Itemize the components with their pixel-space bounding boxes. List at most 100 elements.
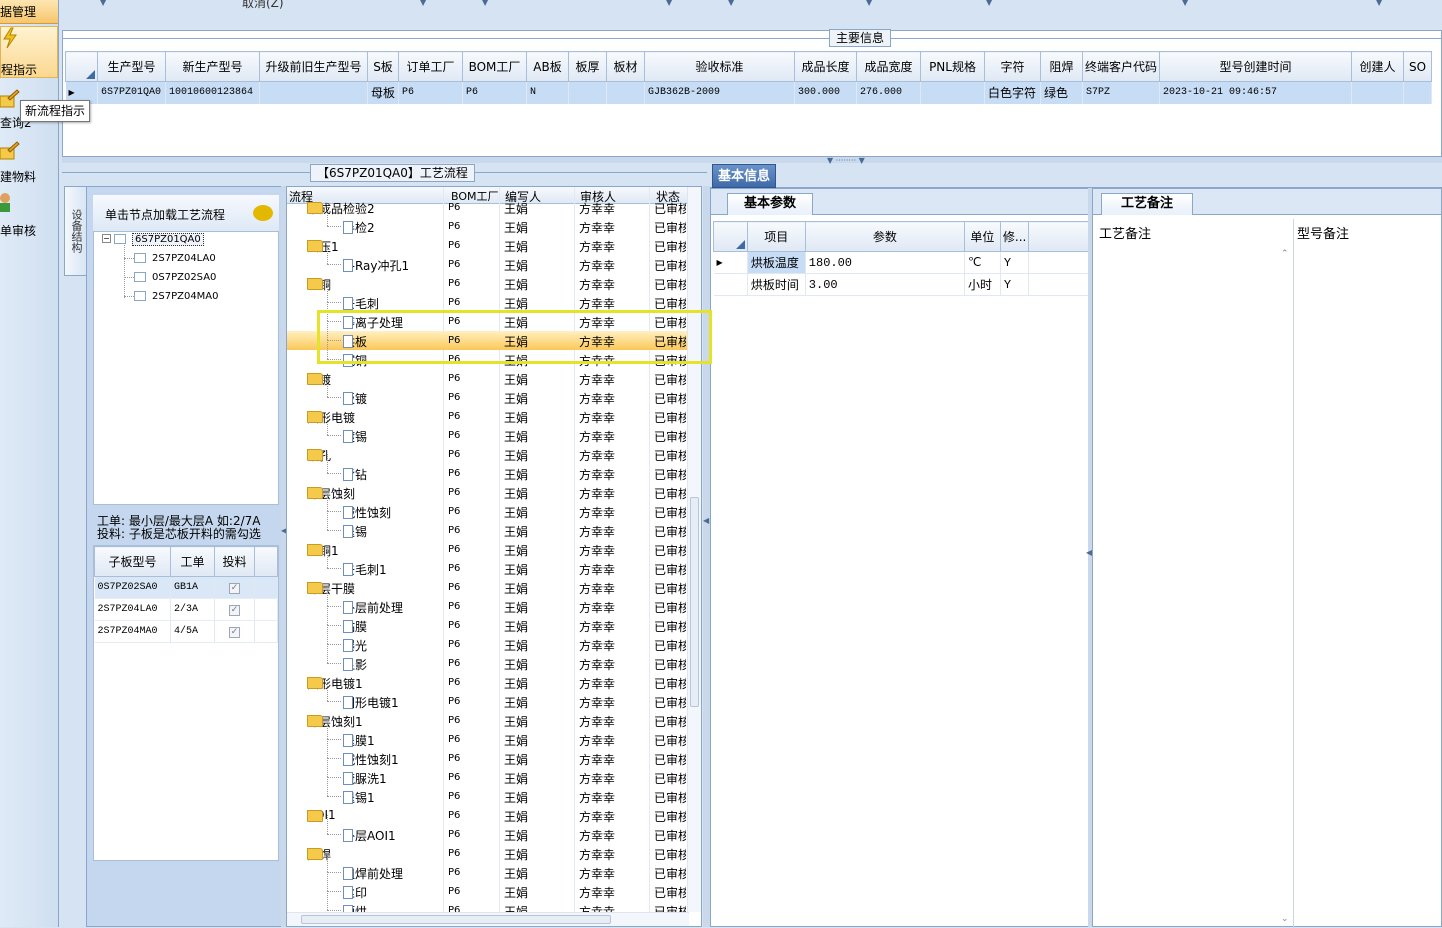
row-header-corner[interactable]: [713, 221, 748, 252]
vertical-scrollbar[interactable]: ⌃ ⌄: [1279, 249, 1291, 924]
dropdown-arrow-icon[interactable]: ▼: [420, 0, 426, 7]
tree-node[interactable]: 0S7PZ02SA0: [134, 272, 216, 283]
vertical-splitter[interactable]: ◀: [703, 186, 710, 927]
column-header[interactable]: AB板: [526, 51, 570, 82]
column-header[interactable]: 订单工厂: [398, 51, 464, 82]
column-header[interactable]: 型号创建时间: [1159, 51, 1353, 82]
table-cell[interactable]: P6: [398, 81, 464, 104]
column-header[interactable]: 终端客户代码: [1082, 51, 1161, 82]
process-row[interactable]: 阻焊前处理 P6 王娟 方幸幸 已审核: [287, 853, 687, 882]
process-row[interactable]: 板镀 P6 王娟 方幸幸 已审核: [287, 378, 687, 407]
process-row[interactable]: 曝光 P6 王娟 方幸幸 已审核: [287, 625, 687, 654]
tab-process-notes[interactable]: 工艺备注: [1101, 193, 1193, 215]
column-header[interactable]: 字符: [984, 51, 1042, 82]
scroll-up-icon[interactable]: ⌃: [1281, 249, 1289, 259]
table-cell[interactable]: P6: [462, 81, 528, 104]
scroll-down-icon[interactable]: ⌄: [1281, 914, 1289, 924]
column-header[interactable]: 参数: [804, 221, 965, 252]
nav-item-process-instruction[interactable]: 程指示: [0, 26, 58, 78]
process-row[interactable]: 外层AOI1 P6 王娟 方幸幸 已审核: [287, 815, 687, 844]
nav-header[interactable]: 据管理: [0, 0, 58, 24]
column-header[interactable]: 生产型号: [97, 51, 166, 82]
process-row[interactable]: −电镀P6王娟方幸幸已审核: [287, 369, 687, 388]
scrollbar-thumb[interactable]: [690, 497, 699, 707]
row-header-corner[interactable]: [65, 51, 98, 82]
table-cell[interactable]: 6S7PZ01QA0: [97, 81, 166, 104]
tree-node-root[interactable]: 6S7PZ01QA0: [114, 233, 204, 246]
process-row[interactable]: −层压1 P6 王娟 方幸幸 已审核: [287, 236, 687, 255]
dropdown-arrow-icon[interactable]: ▼: [728, 0, 734, 7]
table-cell[interactable]: S7PZ: [1082, 81, 1161, 104]
column-header[interactable]: 子板型号: [94, 546, 171, 577]
table-cell[interactable]: [568, 81, 608, 104]
nav-item-review[interactable]: 单审核: [0, 190, 58, 240]
table-cell[interactable]: N: [526, 81, 570, 104]
process-row[interactable]: −阻焊P6王娟方幸幸已审核: [287, 844, 687, 863]
process-row[interactable]: 碱性蚀刻1 P6 王娟 方幸幸 已审核: [287, 739, 687, 768]
table-row[interactable]: 2S7PZ04LA0 2/3A ✓: [94, 598, 278, 621]
table-cell[interactable]: 276.000: [856, 81, 922, 104]
column-header[interactable]: 单位: [963, 221, 1001, 252]
horizontal-splitter[interactable]: ▼ ········ ▼: [62, 156, 1442, 165]
vertical-scrollbar[interactable]: [687, 187, 701, 912]
process-row[interactable]: 图形电镀1 P6 王娟 方幸幸 已审核: [287, 682, 687, 711]
process-row[interactable]: −沉铜P6王娟方幸幸已审核: [287, 274, 687, 293]
process-note-input[interactable]: [1097, 245, 1277, 921]
process-row[interactable]: X-Ray冲孔1 P6 王娟 方幸幸 已审核: [287, 245, 687, 274]
process-row[interactable]: 镀锡 P6 王娟 方幸幸 已审核: [287, 416, 687, 445]
process-row[interactable]: −图形电镀 P6 王娟 方幸幸 已审核: [287, 407, 687, 426]
speech-bubble-icon[interactable]: [253, 205, 273, 221]
dropdown-arrow-icon[interactable]: ▼: [1376, 0, 1382, 7]
process-row[interactable]: 丝印 P6 王娟 方幸幸 已审核: [287, 872, 687, 901]
table-cell[interactable]: 绿色: [1040, 81, 1084, 104]
process-row[interactable]: −钻孔P6王娟方幸幸已审核: [287, 445, 687, 464]
column-header[interactable]: BOM工厂: [462, 51, 528, 82]
checkbox[interactable]: ✓: [229, 626, 240, 638]
horizontal-scrollbar[interactable]: [287, 912, 689, 926]
checkbox[interactable]: ✓: [229, 582, 240, 594]
column-header[interactable]: 验收标准: [644, 51, 796, 82]
process-row[interactable]: 半检2 P6 王娟 方幸幸 已审核: [287, 207, 687, 236]
process-row[interactable]: −外层蚀刻1 P6 王娟 方幸幸 已审核: [287, 711, 687, 730]
tree-node[interactable]: 2S7PZ04LA0: [134, 253, 216, 264]
table-cell[interactable]: 白色字符: [984, 81, 1042, 104]
process-row[interactable]: −沉铜1 P6 王娟 方幸幸 已审核: [287, 540, 687, 559]
process-row[interactable]: −AOI1 P6 王娟 方幸幸 已审核: [287, 806, 687, 825]
column-header[interactable]: 阻焊: [1040, 51, 1084, 82]
model-note-input[interactable]: [1297, 245, 1437, 921]
table-cell[interactable]: 300.000: [794, 81, 858, 104]
table-row[interactable]: 烘板时间 3.00 小时 Y: [713, 273, 1089, 296]
tab-basic-info[interactable]: 基本信息: [712, 164, 776, 188]
process-row[interactable]: 退锡 P6 王娟 方幸幸 已审核: [287, 511, 687, 540]
table-cell[interactable]: [259, 81, 368, 104]
table-cell[interactable]: [606, 81, 646, 104]
dropdown-arrow-icon[interactable]: ▼: [666, 0, 672, 7]
process-row[interactable]: 去毛刺1 P6 王娟 方幸幸 已审核: [287, 549, 687, 578]
column-header[interactable]: S板: [366, 51, 400, 82]
checkbox[interactable]: ✓: [229, 604, 240, 616]
tree-collapse-toggle[interactable]: −: [102, 234, 111, 243]
table-row[interactable]: 2S7PZ04MA0 4/5A ✓: [94, 620, 278, 643]
dropdown-arrow-icon[interactable]: ▼: [100, 0, 106, 7]
process-row[interactable]: 碱性蚀刻 P6 王娟 方幸幸 已审核: [287, 492, 687, 521]
process-row[interactable]: 硫脲洗1 P6 王娟 方幸幸 已审核: [287, 758, 687, 787]
column-header[interactable]: PNL规格: [920, 51, 986, 82]
table-cell[interactable]: 2023-10-21 09:46:57: [1159, 81, 1353, 104]
table-cell[interactable]: [1351, 81, 1405, 104]
dropdown-arrow-icon[interactable]: ▼: [1182, 0, 1188, 7]
column-header[interactable]: 成品宽度: [856, 51, 922, 82]
process-row[interactable]: 贴膜 P6 王娟 方幸幸 已审核: [287, 606, 687, 635]
column-header[interactable]: 成品长度: [794, 51, 858, 82]
table-cell[interactable]: GJB362B-2009: [644, 81, 796, 104]
column-header[interactable]: 升级前旧生产型号: [259, 51, 368, 82]
process-row[interactable]: 背钻 P6 王娟 方幸幸 已审核: [287, 454, 687, 483]
process-row[interactable]: 退锡1 P6 王娟 方幸幸 已审核: [287, 777, 687, 806]
table-row[interactable]: 0S7PZ02SA0 GB1A ✓: [94, 576, 278, 599]
process-row[interactable]: 等离子处理 P6 王娟 方幸幸 已审核: [287, 302, 687, 331]
tree-node[interactable]: 2S7PZ04MA0: [134, 291, 219, 302]
column-header[interactable]: SO: [1403, 51, 1433, 82]
dropdown-arrow-icon[interactable]: ▼: [482, 0, 488, 7]
tab-equipment-structure[interactable]: 设备结构: [64, 186, 86, 276]
process-row[interactable]: 烘板 P6 王娟 方幸幸 已审核: [287, 321, 687, 350]
column-header[interactable]: 工单: [170, 546, 215, 577]
